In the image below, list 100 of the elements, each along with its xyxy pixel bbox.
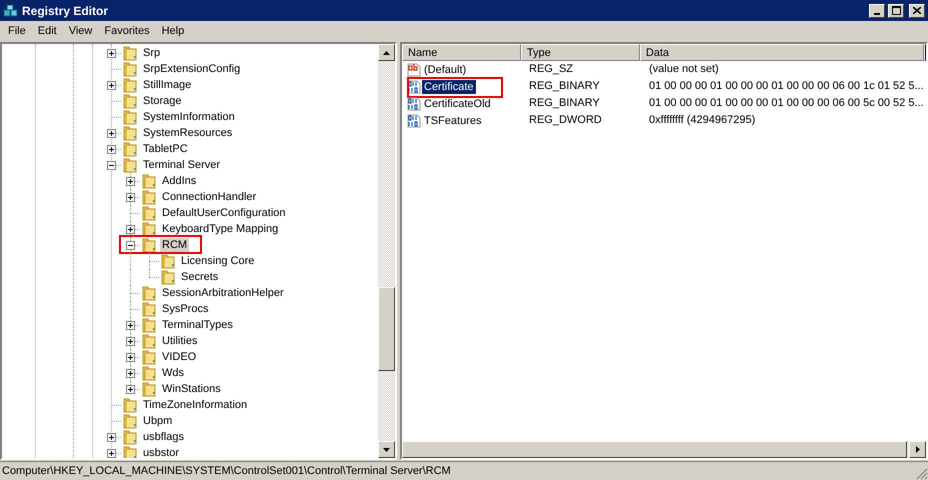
expand-button[interactable] [126,385,135,394]
expand-button[interactable] [126,337,135,346]
value-type: REG_BINARY [528,79,601,94]
expand-button[interactable] [107,49,116,58]
tree-item[interactable]: Srp [141,46,162,60]
folder-icon [123,445,137,458]
folder-icon [123,141,137,157]
value-data: 01 00 00 00 01 00 00 00 01 00 00 00 06 00 5c 00 52 5... [648,96,924,112]
folder-icon [161,253,175,269]
value-name[interactable]: TSFeatures [422,114,484,128]
tree-item[interactable]: SrpExtensionConfig [141,62,242,76]
up-arrow-icon [383,50,390,54]
menu-item[interactable]: Favorites [98,22,156,40]
folder-icon [123,93,137,109]
close-icon [913,7,921,14]
value-name[interactable]: Certificate [422,80,476,94]
status-bar-path: Computer\HKEY_LOCAL_MACHINE\SYSTEM\ControlSet001\Control\Terminal Server\RCM [2,464,452,479]
plus-icon [128,179,133,184]
value-name[interactable]: (Default) [422,62,468,76]
tree-item[interactable]: VIDEO [160,350,198,364]
folder-icon [142,285,156,301]
plus-icon [128,387,133,392]
tree-item[interactable]: DefaultUserConfiguration [160,206,288,220]
folder-icon [123,45,137,61]
expand-button[interactable] [107,145,116,154]
tree-item[interactable]: SystemInformation [141,110,237,124]
tree-item[interactable]: Terminal Server [141,158,222,172]
down-arrow-icon [383,448,390,452]
expand-button[interactable] [107,433,116,442]
tree-item[interactable]: KeyboardType Mapping [160,222,280,236]
expand-button[interactable] [107,449,116,458]
plus-icon [109,147,114,152]
tree-item[interactable]: SysProcs [160,302,210,316]
value-type: REG_DWORD [528,113,603,128]
value-data: (value not set) [648,62,719,78]
tree-item[interactable]: TabletPC [141,142,190,156]
expand-button[interactable] [126,177,135,186]
window-title: Registry Editor [22,2,110,20]
tree-item[interactable]: usbflags [141,430,186,444]
folder-icon [142,381,156,397]
tree-item[interactable]: Wds [160,366,186,380]
tree-item[interactable]: RCM [160,238,190,252]
tree-item[interactable]: usbstor [141,446,182,458]
tree-item[interactable]: Utilities [160,334,200,348]
tree-item[interactable]: ConnectionHandler [160,190,258,204]
scroll-down-button[interactable] [378,441,395,458]
tree-item[interactable]: SessionArbitrationHelper [160,286,286,300]
menu-item[interactable]: View [62,22,98,40]
column-header[interactable]: Name [402,44,521,61]
expand-button[interactable] [126,321,135,330]
collapse-button[interactable] [126,241,135,250]
column-header[interactable]: Data [640,44,924,61]
menu-item[interactable]: Help [156,22,190,40]
folder-icon [123,125,137,141]
minus-icon [109,165,114,166]
plus-icon [128,355,133,360]
tree-item[interactable]: Licensing Core [179,254,256,268]
minimize-button[interactable] [869,4,885,18]
tree-item[interactable]: Ubpm [141,414,174,428]
scroll-up-button[interactable] [378,44,395,61]
folder-icon [142,221,156,237]
folder-icon [142,189,156,205]
maximize-icon [892,6,900,15]
plus-icon [128,339,133,344]
expand-button[interactable] [126,353,135,362]
maximize-button[interactable] [888,4,904,18]
value-name[interactable]: CertificateOld [422,96,493,110]
collapse-button[interactable] [107,161,116,170]
folder-icon [123,429,137,445]
tree-item[interactable]: TimeZoneInformation [141,398,250,412]
plus-icon [109,451,114,456]
tree-item[interactable]: Storage [141,94,184,108]
registry-cubes-icon [3,2,19,18]
binary-value-icon [407,114,421,128]
plus-icon [128,371,133,376]
expand-button[interactable] [107,81,116,90]
folder-icon [142,301,156,317]
scroll-thumb[interactable] [378,287,395,371]
menu-item[interactable]: Edit [32,22,63,40]
expand-button[interactable] [126,193,135,202]
scroll-right-button[interactable] [909,441,926,458]
column-header[interactable]: Type [520,44,640,61]
expand-button[interactable] [107,129,116,138]
binary-value-icon [407,96,421,110]
vertical-scrollbar[interactable] [378,44,395,458]
folder-icon [123,109,137,125]
tree-item[interactable]: WinStations [160,382,223,396]
close-button[interactable] [909,4,925,18]
resize-grip-icon[interactable] [916,468,928,480]
tree-item[interactable]: StillImage [141,78,194,92]
tree-item[interactable]: SystemResources [141,126,234,140]
expand-button[interactable] [126,369,135,378]
tree-item[interactable]: Secrets [179,270,220,284]
folder-icon [123,77,137,93]
tree-item[interactable]: TerminalTypes [160,318,235,332]
folder-icon [142,349,156,365]
menu-item[interactable]: File [2,22,32,40]
tree-item[interactable]: AddIns [160,174,198,188]
expand-button[interactable] [126,225,135,234]
string-value-icon [407,62,421,76]
